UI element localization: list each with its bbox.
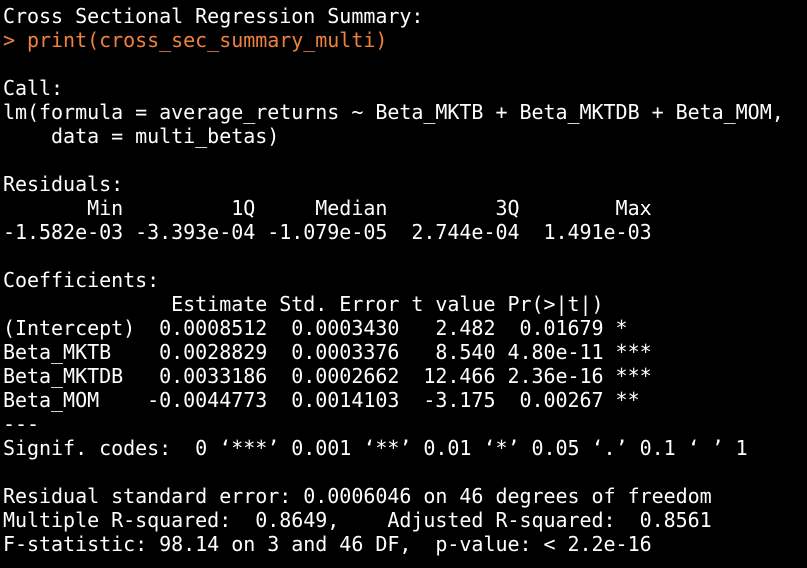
console-line-residuals-header: Min 1Q Median 3Q Max (3, 196, 664, 220)
console-line-blank (3, 460, 807, 484)
console-line-f-statistic: F-statistic: 98.14 on 3 and 46 DF, p-val… (3, 532, 652, 556)
console-line-coef-beta-mktdb: Beta_MKTDB 0.0033186 0.0002662 12.466 2.… (3, 364, 652, 388)
console-line-formula-data: data = multi_betas) (3, 124, 280, 148)
console-line-blank (3, 244, 807, 268)
console-line-signif-codes: Signif. codes: 0 ‘***’ 0.001 ‘**’ 0.01 ‘… (3, 436, 748, 460)
console-line-formula: lm(formula = average_returns ~ Beta_MKTB… (3, 100, 784, 124)
console-line-call-label: Call: (3, 76, 64, 100)
console-line-blank (3, 52, 807, 76)
console-line-residuals-values: -1.582e-03 -3.393e-04 -1.079e-05 2.744e-… (3, 220, 664, 244)
console-line-coef-beta-mktb: Beta_MKTB 0.0028829 0.0003376 8.540 4.80… (3, 340, 652, 364)
console-line-r-squared: Multiple R-squared: 0.8649, Adjusted R-s… (3, 508, 724, 532)
console-line-print-command: > print(cross_sec_summary_multi) (3, 28, 388, 52)
console-line-coefficients-header: Estimate Std. Error t value Pr(>|t|) (3, 292, 652, 316)
console-line-coefficients-label: Coefficients: (3, 268, 160, 292)
console-line-coef-intercept: (Intercept) 0.0008512 0.0003430 2.482 0.… (3, 316, 652, 340)
r-console-output[interactable]: Cross Sectional Regression Summary: > pr… (0, 0, 807, 568)
console-line-coef-beta-mom: Beta_MOM -0.0044773 0.0014103 -3.175 0.0… (3, 388, 652, 412)
console-line-residual-std-error: Residual standard error: 0.0006046 on 46… (3, 484, 712, 508)
console-line-residuals-label: Residuals: (3, 172, 124, 196)
console-line-separator: --- (3, 412, 40, 436)
console-line-summary-heading: Cross Sectional Regression Summary: (3, 4, 424, 28)
console-line-blank (3, 148, 807, 172)
